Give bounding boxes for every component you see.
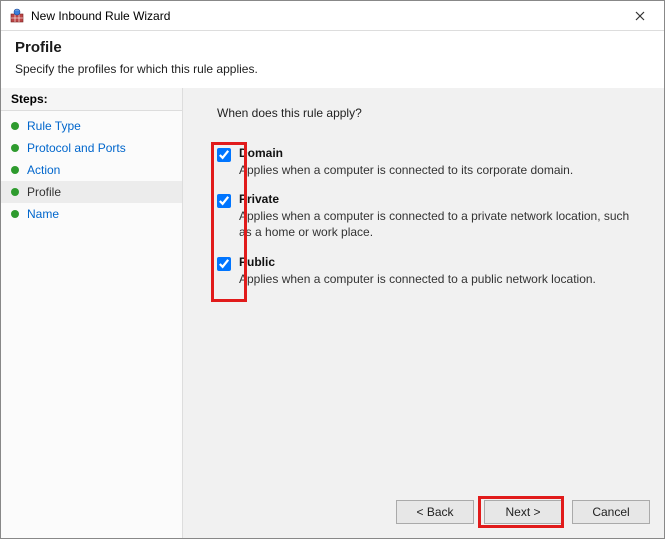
step-label: Action bbox=[27, 163, 60, 177]
content-pane: When does this rule apply? Domain Applie… bbox=[183, 88, 664, 538]
wizard-header: Profile Specify the profiles for which t… bbox=[1, 31, 664, 88]
option-domain: Domain Applies when a computer is connec… bbox=[217, 146, 644, 178]
option-label: Private bbox=[239, 192, 644, 206]
firewall-icon bbox=[9, 8, 25, 24]
step-profile[interactable]: Profile bbox=[1, 181, 182, 203]
back-button[interactable]: < Back bbox=[396, 500, 474, 524]
profile-options: Domain Applies when a computer is connec… bbox=[217, 146, 644, 287]
step-label: Profile bbox=[27, 185, 61, 199]
step-label: Name bbox=[27, 207, 59, 221]
step-rule-type[interactable]: Rule Type bbox=[1, 115, 182, 137]
question-text: When does this rule apply? bbox=[217, 106, 644, 120]
step-bullet-icon bbox=[11, 122, 19, 130]
wizard-body: Steps: Rule Type Protocol and Ports Acti… bbox=[1, 88, 664, 538]
option-label: Domain bbox=[239, 146, 644, 160]
checkbox-private[interactable] bbox=[217, 194, 231, 208]
step-bullet-icon bbox=[11, 210, 19, 218]
step-label: Rule Type bbox=[27, 119, 81, 133]
step-name[interactable]: Name bbox=[1, 203, 182, 225]
option-label: Public bbox=[239, 255, 644, 269]
close-button[interactable] bbox=[620, 2, 660, 30]
option-public: Public Applies when a computer is connec… bbox=[217, 255, 644, 287]
page-title: Profile bbox=[15, 39, 650, 56]
step-protocol-and-ports[interactable]: Protocol and Ports bbox=[1, 137, 182, 159]
checkbox-domain[interactable] bbox=[217, 148, 231, 162]
option-desc: Applies when a computer is connected to … bbox=[239, 208, 644, 240]
step-action[interactable]: Action bbox=[1, 159, 182, 181]
step-bullet-icon bbox=[11, 144, 19, 152]
steps-pane: Steps: Rule Type Protocol and Ports Acti… bbox=[1, 88, 183, 538]
window-title: New Inbound Rule Wizard bbox=[31, 9, 620, 23]
next-button[interactable]: Next > bbox=[484, 500, 562, 524]
titlebar: New Inbound Rule Wizard bbox=[1, 1, 664, 31]
wizard-window: New Inbound Rule Wizard Profile Specify … bbox=[0, 0, 665, 539]
step-bullet-icon bbox=[11, 188, 19, 196]
steps-list: Rule Type Protocol and Ports Action Prof… bbox=[1, 111, 182, 229]
step-bullet-icon bbox=[11, 166, 19, 174]
button-row: < Back Next > Cancel bbox=[396, 500, 650, 524]
page-subtitle: Specify the profiles for which this rule… bbox=[15, 62, 650, 76]
checkbox-public[interactable] bbox=[217, 257, 231, 271]
option-desc: Applies when a computer is connected to … bbox=[239, 162, 644, 178]
cancel-button[interactable]: Cancel bbox=[572, 500, 650, 524]
option-desc: Applies when a computer is connected to … bbox=[239, 271, 644, 287]
step-label: Protocol and Ports bbox=[27, 141, 126, 155]
steps-header: Steps: bbox=[1, 88, 182, 111]
option-private: Private Applies when a computer is conne… bbox=[217, 192, 644, 240]
